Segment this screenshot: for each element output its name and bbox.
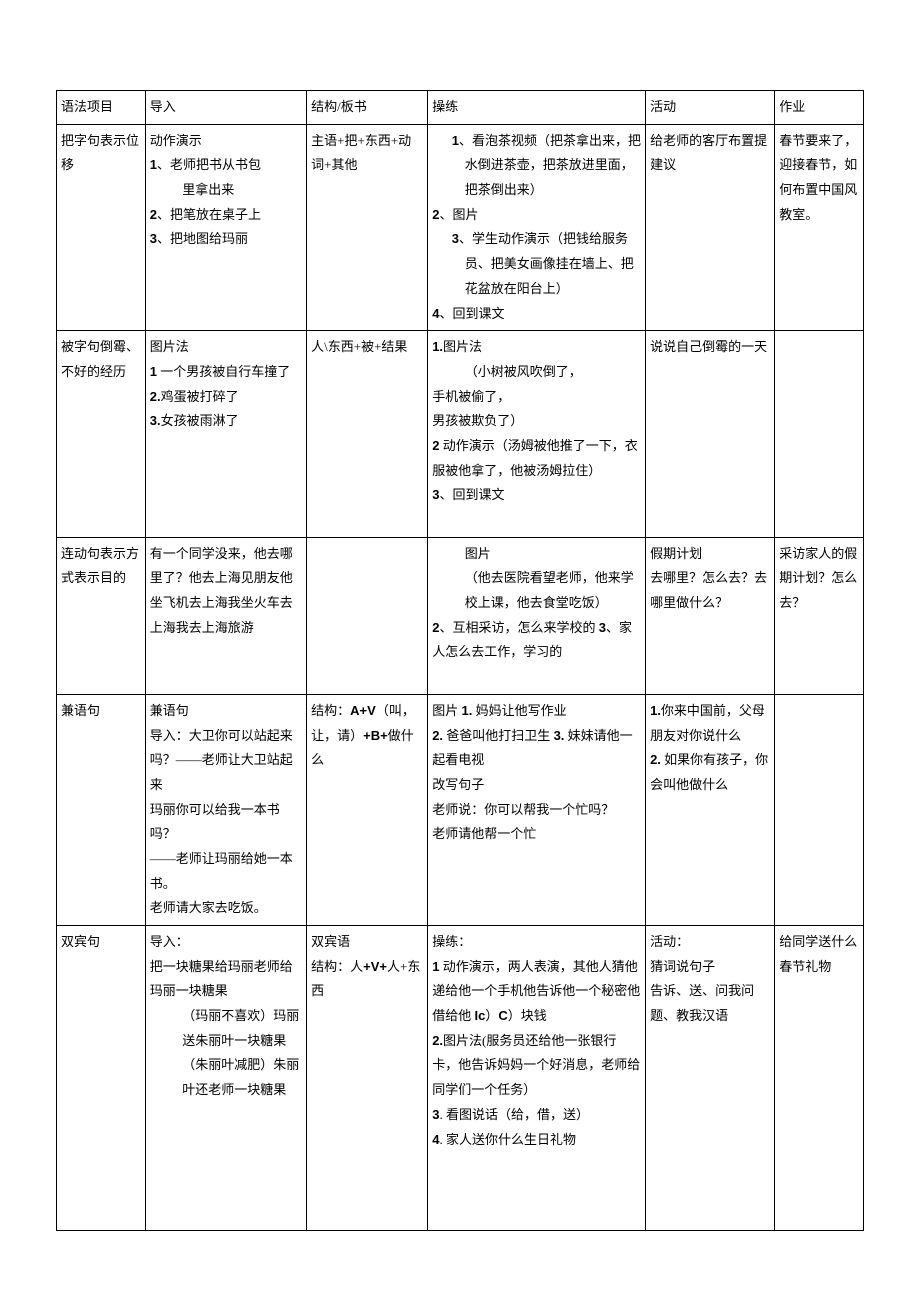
drill-item: （小树被风吹倒了， <box>432 360 641 385</box>
drill-item: 老师说：你可以帮我一个忙吗？ <box>432 798 641 823</box>
drill-item: 老师请他帮一个忙 <box>432 822 641 847</box>
drill-item: 2、互相采访，怎么来学校的 3、家人怎么去工作，学习的 <box>432 616 641 665</box>
cell-drill: 1、看泡茶视频（把茶拿出来，把水倒进茶壶，把茶放进里面，把茶倒出来） 2、图片 … <box>428 124 646 331</box>
activity-item: 告诉、送、问我问题、教我汉语 <box>650 979 770 1028</box>
drill-item: 图片 <box>432 542 641 567</box>
drill-item: 3. 看图说话（给，借，送） <box>432 1103 641 1128</box>
intro-item: （玛丽不喜欢）玛丽送朱丽叶一块糖果（朱丽叶减肥）朱丽叶还老师一块糖果 <box>150 1004 302 1103</box>
cell-intro: 有一个同学没来，他去哪里了？他去上海见朋友他坐飞机去上海我坐火车去上海我去上海旅… <box>145 537 306 694</box>
cell-activity: 说说自己倒霉的一天 <box>646 331 775 538</box>
cell-homework: 春节要来了，迎接春节，如何布置中国风教室。 <box>775 124 864 331</box>
intro-item: 玛丽你可以给我一本书吗？ <box>150 798 302 847</box>
cell-intro: 动作演示 1、老师把书从书包 里拿出来 2、把笔放在桌子上 3、把地图给玛丽 <box>145 124 306 331</box>
cell-struct: 双宾语 结构：人+V+人+东西 <box>307 926 428 1231</box>
drill-title: 操练： <box>432 930 641 955</box>
intro-item: 里拿出来 <box>150 178 302 203</box>
intro-item: 2、把笔放在桌子上 <box>150 203 302 228</box>
cell-homework <box>775 331 864 538</box>
cell-activity: 1.你来中国前，父母朋友对你说什么 2. 如果你有孩子，你会叫他做什么 <box>646 694 775 925</box>
cell-homework: 采访家人的假期计划？怎么去？ <box>775 537 864 694</box>
drill-item: 3、回到课文 <box>432 483 641 508</box>
grammar-lesson-table: 语法项目 导入 结构/板书 操练 活动 作业 把字句表示位移 动作演示 1、老师… <box>56 90 864 1231</box>
activity-item: 猜词说句子 <box>650 955 770 980</box>
cell-topic: 兼语句 <box>57 694 146 925</box>
cell-drill: 操练： 1 动作演示，两人表演，其他人猜他递给他一个手机他告诉他一个秘密他借给他… <box>428 926 646 1231</box>
intro-item: 老师请大家去吃饭。 <box>150 896 302 921</box>
table-row: 兼语句 兼语句 导入：大卫你可以站起来吗？——老师让大卫站起来 玛丽你可以给我一… <box>57 694 864 925</box>
intro-title: 兼语句 <box>150 699 302 724</box>
header-drill: 操练 <box>428 91 646 125</box>
struct-text: 结构：人+V+人+东西 <box>311 955 423 1004</box>
activity-item: 2. 如果你有孩子，你会叫他做什么 <box>650 748 770 797</box>
cell-intro: 图片法 1 一个男孩被自行车撞了 2.鸡蛋被打碎了 3.女孩被雨淋了 <box>145 331 306 538</box>
activity-title: 活动： <box>650 930 770 955</box>
header-intro: 导入 <box>145 91 306 125</box>
drill-item: 1 动作演示，两人表演，其他人猜他递给他一个手机他告诉他一个秘密他借给他 Ic）… <box>432 955 641 1029</box>
intro-item: 2.鸡蛋被打碎了 <box>150 385 302 410</box>
intro-item: 1、老师把书从书包 <box>150 153 302 178</box>
page: 语法项目 导入 结构/板书 操练 活动 作业 把字句表示位移 动作演示 1、老师… <box>0 0 920 1271</box>
header-topic: 语法项目 <box>57 91 146 125</box>
drill-item: 4. 家人送你什么生日礼物 <box>432 1128 641 1153</box>
intro-title: 动作演示 <box>150 129 302 154</box>
drill-item: 手机被偷了， <box>432 385 641 410</box>
intro-item: 3.女孩被雨淋了 <box>150 409 302 434</box>
drill-item: 2、图片 <box>432 203 641 228</box>
cell-drill: 图片 1. 妈妈让他写作业 2. 爸爸叫他打扫卫生 3. 妹妹请他一起看电视 改… <box>428 694 646 925</box>
cell-activity: 给老师的客厅布置提建议 <box>646 124 775 331</box>
drill-item: （他去医院看望老师，他来学校上课，他去食堂吃饭） <box>432 566 641 615</box>
cell-homework <box>775 694 864 925</box>
table-row: 双宾句 导入： 把一块糖果给玛丽老师给玛丽一块糖果 （玛丽不喜欢）玛丽送朱丽叶一… <box>57 926 864 1231</box>
intro-item: 把一块糖果给玛丽老师给玛丽一块糖果 <box>150 955 302 1004</box>
drill-item: 2. 爸爸叫他打扫卫生 3. 妹妹请他一起看电视 <box>432 724 641 773</box>
intro-item: 1 一个男孩被自行车撞了 <box>150 360 302 385</box>
cell-drill: 图片 （他去医院看望老师，他来学校上课，他去食堂吃饭） 2、互相采访，怎么来学校… <box>428 537 646 694</box>
cell-topic: 把字句表示位移 <box>57 124 146 331</box>
cell-activity: 活动： 猜词说句子 告诉、送、问我问题、教我汉语 <box>646 926 775 1231</box>
drill-item: 改写句子 <box>432 773 641 798</box>
table-row: 被字句倒霉、不好的经历 图片法 1 一个男孩被自行车撞了 2.鸡蛋被打碎了 3.… <box>57 331 864 538</box>
header-activity: 活动 <box>646 91 775 125</box>
cell-intro: 导入： 把一块糖果给玛丽老师给玛丽一块糖果 （玛丽不喜欢）玛丽送朱丽叶一块糖果（… <box>145 926 306 1231</box>
cell-topic: 双宾句 <box>57 926 146 1231</box>
cell-struct: 主语+把+东西+动词+其他 <box>307 124 428 331</box>
intro-item: 3、把地图给玛丽 <box>150 227 302 252</box>
drill-item: 2 动作演示（汤姆被他推了一下，衣服被他拿了，他被汤姆拉住） <box>432 434 641 483</box>
cell-struct: 结构：A+V（叫，让，请）+B+做什么 <box>307 694 428 925</box>
table-header-row: 语法项目 导入 结构/板书 操练 活动 作业 <box>57 91 864 125</box>
cell-homework: 给同学送什么春节礼物 <box>775 926 864 1231</box>
drill-item: 3、学生动作演示（把钱给服务员、把美女画像挂在墙上、把花盆放在阳台上） <box>432 227 641 301</box>
cell-drill: 1.图片法 （小树被风吹倒了， 手机被偷了， 男孩被欺负了） 2 动作演示（汤姆… <box>428 331 646 538</box>
activity-text: 假期计划 <box>650 542 770 567</box>
cell-struct <box>307 537 428 694</box>
drill-item: 1.图片法 <box>432 335 641 360</box>
header-homework: 作业 <box>775 91 864 125</box>
intro-item: 导入：大卫你可以站起来吗？——老师让大卫站起来 <box>150 724 302 798</box>
table-row: 连动句表示方式表示目的 有一个同学没来，他去哪里了？他去上海见朋友他坐飞机去上海… <box>57 537 864 694</box>
activity-text: 去哪里？怎么去？去哪里做什么？ <box>650 566 770 615</box>
drill-item: 男孩被欺负了） <box>432 409 641 434</box>
struct-title: 双宾语 <box>311 930 423 955</box>
drill-item: 1、看泡茶视频（把茶拿出来，把水倒进茶壶，把茶放进里面，把茶倒出来） <box>432 129 641 203</box>
cell-topic: 连动句表示方式表示目的 <box>57 537 146 694</box>
intro-item: ——老师让玛丽给她一本书。 <box>150 847 302 896</box>
activity-item: 1.你来中国前，父母朋友对你说什么 <box>650 699 770 748</box>
cell-intro: 兼语句 导入：大卫你可以站起来吗？——老师让大卫站起来 玛丽你可以给我一本书吗？… <box>145 694 306 925</box>
table-row: 把字句表示位移 动作演示 1、老师把书从书包 里拿出来 2、把笔放在桌子上 3、… <box>57 124 864 331</box>
cell-activity: 假期计划 去哪里？怎么去？去哪里做什么？ <box>646 537 775 694</box>
header-struct: 结构/板书 <box>307 91 428 125</box>
drill-item: 4、回到课文 <box>432 302 641 327</box>
cell-struct: 人\东西+被+结果 <box>307 331 428 538</box>
intro-title: 导入： <box>150 930 302 955</box>
drill-item: 2.图片法(服务员还给他一张银行卡，他告诉妈妈一个好消息，老师给同学们一个任务） <box>432 1029 641 1103</box>
intro-title: 图片法 <box>150 335 302 360</box>
drill-item: 图片 1. 妈妈让他写作业 <box>432 699 641 724</box>
cell-topic: 被字句倒霉、不好的经历 <box>57 331 146 538</box>
